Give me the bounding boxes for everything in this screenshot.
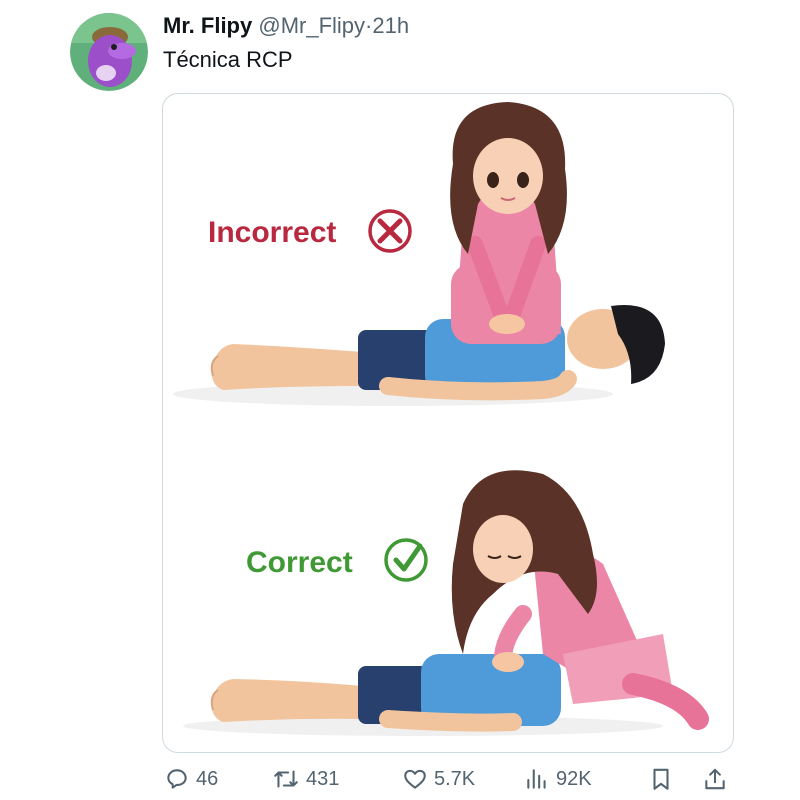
like-icon [402, 766, 428, 792]
incorrect-label: Incorrect [208, 216, 336, 249]
views-count: 92K [556, 767, 592, 790]
repost-button[interactable]: 431 [272, 762, 339, 796]
reply-count: 46 [196, 767, 219, 790]
action-bar: 46 431 5.7K 92K [160, 762, 740, 796]
reply-button[interactable]: 46 [164, 762, 218, 796]
reply-icon [164, 766, 190, 792]
check-circle-icon [384, 538, 428, 582]
like-button[interactable]: 5.7K [402, 762, 475, 796]
share-button[interactable] [702, 762, 728, 796]
post-time[interactable]: 21h [372, 13, 409, 38]
share-icon [702, 766, 728, 792]
correct-scene [183, 470, 709, 736]
author-name[interactable]: Mr. Flipy [163, 13, 252, 38]
views-icon [524, 766, 550, 792]
like-count: 5.7K [434, 767, 476, 790]
correct-label: Correct [246, 546, 353, 579]
post-header: Mr. Flipy @Mr_Flipy·21h [163, 12, 409, 40]
post-image[interactable]: Incorrect Correct [162, 93, 734, 753]
incorrect-scene [173, 102, 665, 406]
repost-count: 431 [306, 767, 340, 790]
repost-icon [272, 766, 300, 792]
views-button[interactable]: 92K [524, 762, 592, 796]
post-text: Técnica RCP [163, 47, 293, 72]
author-handle[interactable]: @Mr_Flipy [258, 13, 365, 38]
avatar[interactable] [70, 13, 148, 91]
bookmark-icon [648, 766, 674, 792]
x-circle-icon [368, 209, 412, 253]
bookmark-button[interactable] [648, 762, 674, 796]
